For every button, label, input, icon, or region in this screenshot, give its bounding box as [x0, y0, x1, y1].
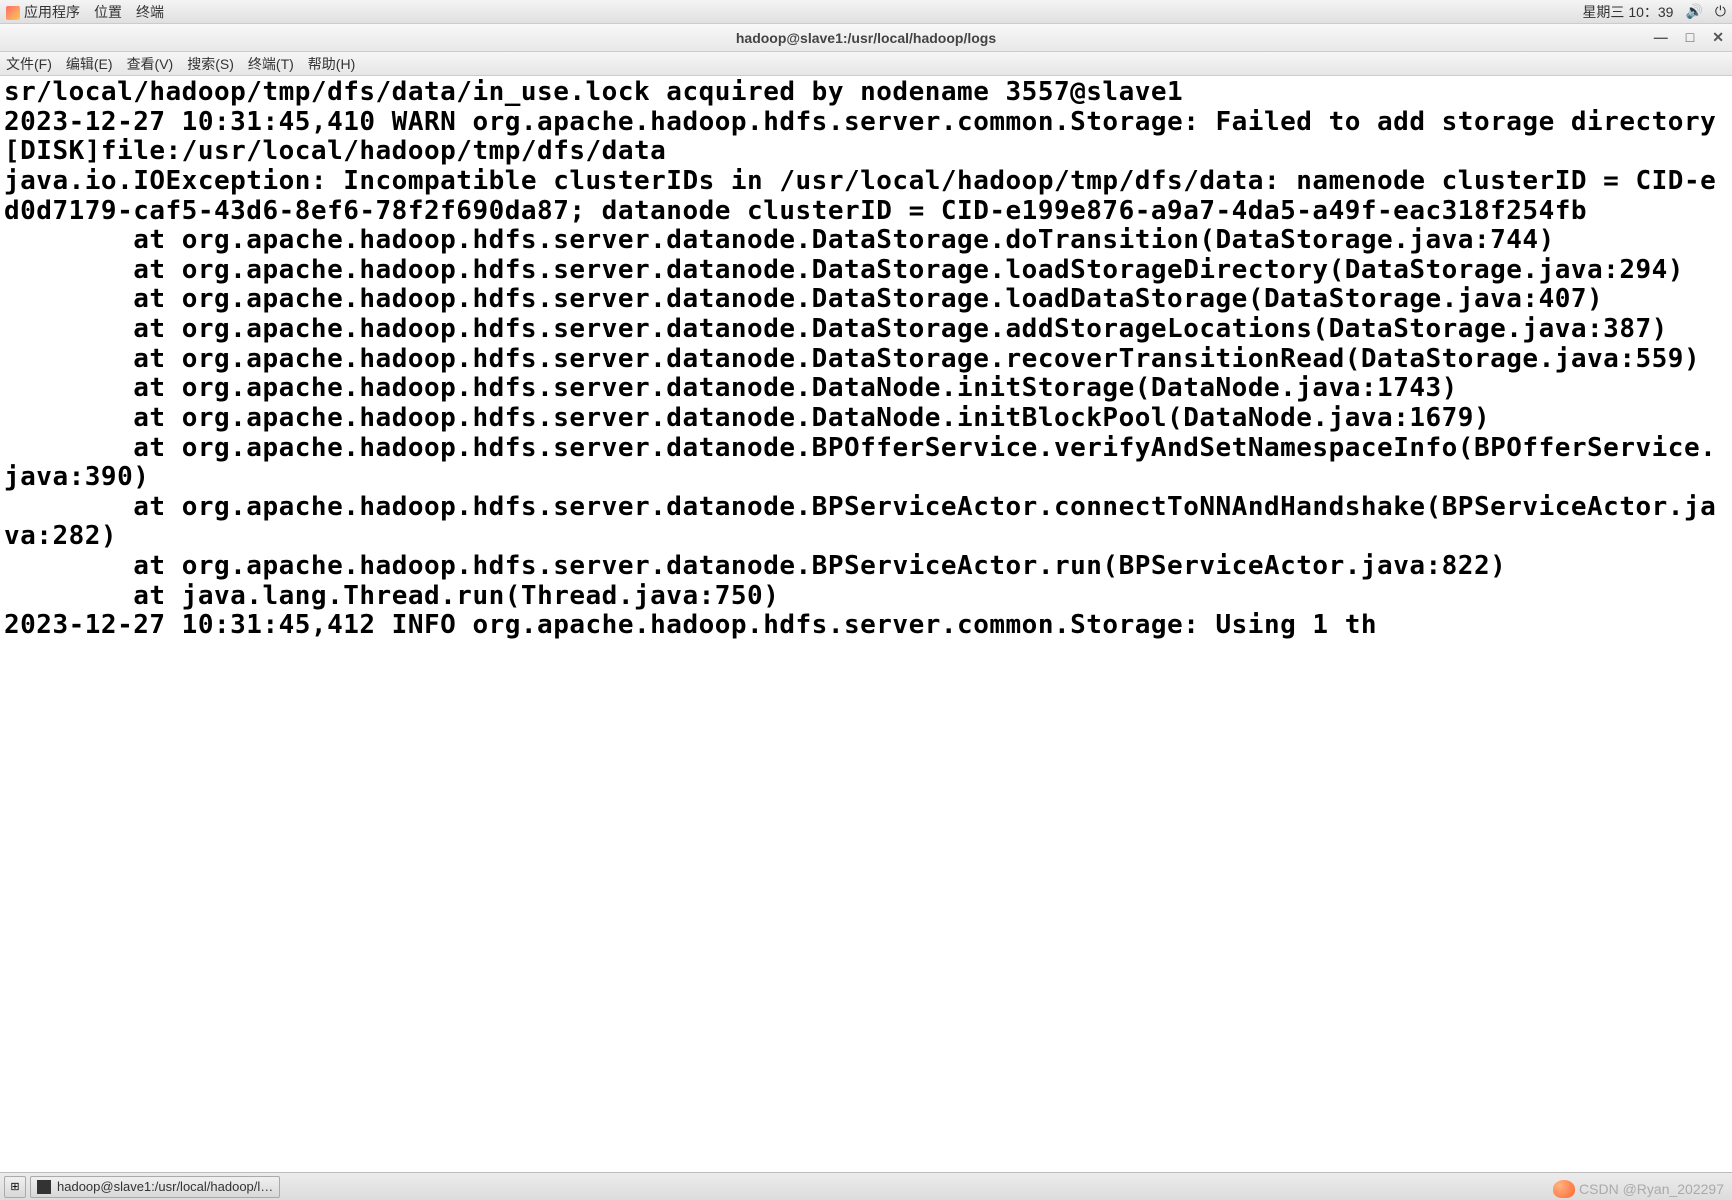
- desktop-icon: ⊞: [10, 1180, 19, 1193]
- volume-icon[interactable]: 🔊: [1685, 3, 1702, 20]
- watermark: CSDN @Ryan_202297: [1553, 1180, 1724, 1198]
- show-desktop-button[interactable]: ⊞: [4, 1176, 26, 1198]
- menu-terminal[interactable]: 终端(T): [248, 54, 294, 74]
- task-label: hadoop@slave1:/usr/local/hadoop/l…: [57, 1179, 273, 1194]
- datetime-label[interactable]: 星期三 10：39: [1582, 2, 1673, 22]
- csdn-logo-icon: [1553, 1180, 1575, 1198]
- terminal-menubar: 文件(F) 编辑(E) 查看(V) 搜索(S) 终端(T) 帮助(H): [0, 52, 1732, 76]
- maximize-button[interactable]: □: [1682, 29, 1698, 46]
- panel-left: 应用程序 位置 终端: [6, 2, 164, 22]
- window-controls: — □ ✕: [1650, 29, 1728, 46]
- power-icon[interactable]: ⏻: [1715, 3, 1726, 20]
- watermark-text: CSDN @Ryan_202297: [1579, 1181, 1724, 1197]
- window-titlebar[interactable]: hadoop@slave1:/usr/local/hadoop/logs — □…: [0, 24, 1732, 52]
- close-button[interactable]: ✕: [1708, 29, 1728, 46]
- apps-label: 应用程序: [24, 4, 80, 20]
- terminal-output[interactable]: sr/local/hadoop/tmp/dfs/data/in_use.lock…: [0, 76, 1732, 1172]
- bottom-taskbar: ⊞ hadoop@slave1:/usr/local/hadoop/l… CSD…: [0, 1172, 1732, 1200]
- menu-help[interactable]: 帮助(H): [308, 54, 355, 74]
- menu-search[interactable]: 搜索(S): [187, 54, 234, 74]
- terminal-launcher[interactable]: 终端: [136, 2, 164, 22]
- applications-menu[interactable]: 应用程序: [6, 2, 80, 22]
- window-title: hadoop@slave1:/usr/local/hadoop/logs: [736, 30, 996, 46]
- apps-icon: [6, 6, 20, 20]
- menu-view[interactable]: 查看(V): [127, 54, 174, 74]
- menu-edit[interactable]: 编辑(E): [66, 54, 113, 74]
- system-top-panel: 应用程序 位置 终端 星期三 10：39 🔊 ⏻: [0, 0, 1732, 24]
- panel-right: 星期三 10：39 🔊 ⏻: [1582, 2, 1726, 22]
- places-menu[interactable]: 位置: [94, 2, 122, 22]
- menu-file[interactable]: 文件(F): [6, 54, 52, 74]
- minimize-button[interactable]: —: [1650, 29, 1672, 46]
- terminal-task-icon: [37, 1180, 51, 1194]
- taskbar-terminal-task[interactable]: hadoop@slave1:/usr/local/hadoop/l…: [30, 1176, 280, 1198]
